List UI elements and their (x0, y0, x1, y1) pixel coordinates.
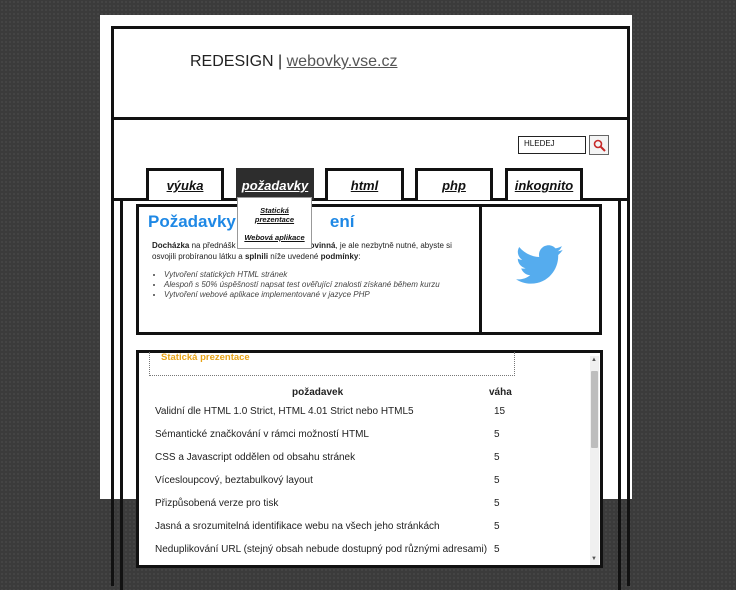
scroll-up-arrow-icon[interactable]: ▲ (591, 357, 597, 363)
requirements-list: Vytvoření statických HTML stránek Alespo… (154, 270, 464, 300)
column-header-weight: váha (489, 387, 512, 398)
site-title-prefix: REDESIGN (190, 53, 274, 70)
tab-vyuka[interactable]: výuka (146, 168, 224, 200)
table-row-requirement: Neduplikování URL (stejný obsah nebude d… (155, 544, 488, 555)
table-row-requirement: Vícesloupcový, beztabulkový layout (155, 475, 313, 486)
column-header-requirement: požadavek (292, 387, 344, 398)
table-row-weight: 5 (494, 544, 500, 555)
list-item: Vytvoření webové aplikace implementované… (164, 290, 464, 300)
tab-html[interactable]: html (325, 168, 404, 200)
intro-text: níže uvedené (268, 251, 321, 261)
tab-label: požadavky (241, 178, 309, 193)
site-title-link[interactable]: webovky.vse.cz (287, 53, 398, 70)
intro-text: : (358, 251, 361, 261)
tab-inkognito[interactable]: inkognito (505, 168, 583, 200)
search-input[interactable]: HLEDEJ (518, 136, 586, 154)
search-button[interactable] (589, 135, 609, 155)
list-item: Vytvoření statických HTML stránek (164, 270, 464, 280)
table-row-weight: 5 (494, 521, 500, 532)
tab-label: html (350, 178, 379, 193)
scrollbar-thumb[interactable] (591, 371, 598, 448)
left-inner-line (120, 200, 123, 590)
magnifier-icon (593, 139, 606, 152)
table-row-requirement: Přizpůsobená verze pro tisk (155, 498, 279, 509)
dropdown-item-webova[interactable]: Webová aplikace (238, 233, 311, 242)
scroll-down-arrow-icon[interactable]: ▼ (591, 556, 597, 562)
tab-label: inkognito (514, 178, 574, 193)
table-row-weight: 15 (494, 406, 506, 417)
tab-php[interactable]: php (415, 168, 493, 200)
table-row-weight: 5 (494, 429, 500, 440)
table-row-weight: 5 (494, 452, 500, 463)
table-row-requirement: Jasná a srozumitelná identifikace webu n… (155, 521, 440, 532)
dropdown-item-label: Statická (260, 206, 289, 215)
table-row-requirement: CSS a Javascript oddělen od obsahu strán… (155, 452, 356, 463)
table-row-weight: 5 (494, 498, 500, 509)
intro-text: na přednášk (189, 241, 236, 250)
header-divider (111, 117, 630, 120)
intro-bold: podmínky (320, 251, 359, 261)
title-separator: | (273, 53, 287, 70)
tab-pozadavky[interactable]: požadavky (236, 168, 314, 200)
intro-bold: ovinná (309, 241, 336, 250)
twitter-bird-icon[interactable] (515, 245, 565, 290)
dropdown-item-staticka[interactable]: Statická prezentace (238, 206, 311, 224)
fieldset-legend: Statická prezentace (161, 352, 250, 363)
right-inner-line (618, 200, 621, 590)
tab-label: výuka (166, 178, 204, 193)
heading-start: Požadavky (148, 212, 236, 231)
table-row-requirement: Validní dle HTML 1.0 Strict, HTML 4.01 S… (155, 406, 414, 417)
nav-dropdown: Statická prezentace Webová aplikace (237, 197, 312, 249)
intro-bold: splnili (244, 251, 269, 261)
heading-end: ení (329, 212, 355, 231)
table-row-requirement: Sémantické značkování v rámci možností H… (155, 429, 369, 440)
dropdown-item-label: prezentace (254, 215, 295, 224)
tab-label: php (442, 178, 466, 193)
intro-paragraph: Docházka na přednášk ovinná, je ale nezby… (152, 241, 472, 262)
content-sidebar-divider (479, 204, 482, 335)
intro-bold: Docházka (152, 241, 190, 250)
site-title: REDESIGN | webovky.vse.cz (190, 53, 397, 71)
list-item: Alespoň s 50% úspěšností napsat test ově… (164, 280, 464, 290)
table-row-weight: 5 (494, 475, 500, 486)
